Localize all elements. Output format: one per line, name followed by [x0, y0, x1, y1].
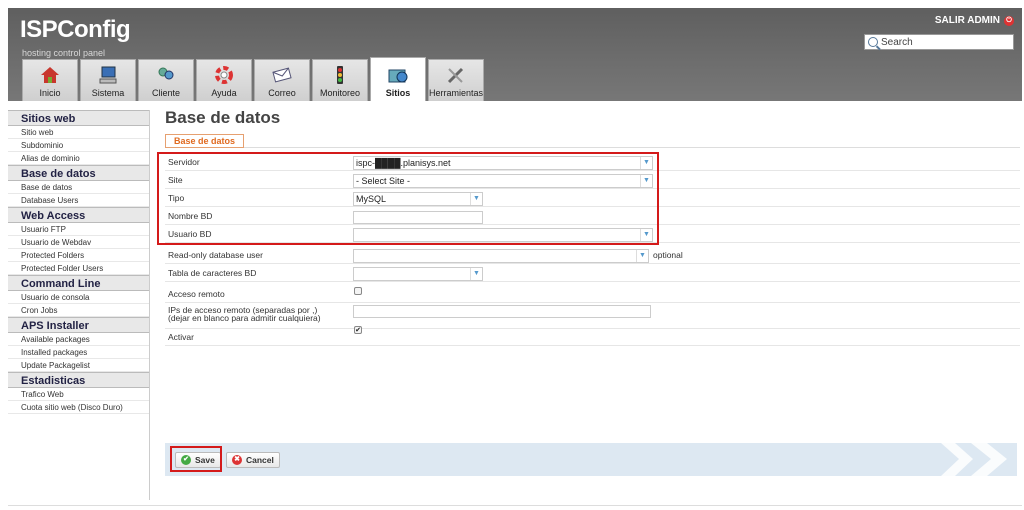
envelope-icon: [271, 65, 293, 85]
optional-hint: optional: [653, 250, 683, 260]
cancel-icon: ✖: [232, 455, 242, 465]
acceso-remoto-label: Acceso remoto: [168, 289, 225, 299]
tab-herramientas[interactable]: Herramientas: [428, 59, 484, 101]
users-icon: [155, 65, 177, 85]
tab-label: Monitoreo: [319, 88, 361, 98]
search-input[interactable]: Search: [864, 34, 1014, 50]
tab-label: Inicio: [39, 88, 61, 98]
sidebar: Sitios web Sitio web Subdominio Alias de…: [8, 110, 150, 500]
sidebar-item-database-users[interactable]: Database Users: [8, 194, 149, 207]
tab-monitoreo[interactable]: Monitoreo: [312, 59, 368, 101]
row-activar: Activar ✔: [165, 326, 1020, 346]
search-placeholder: Search: [881, 36, 913, 48]
tab-label: Cliente: [151, 88, 180, 98]
sidebar-item-available-packages[interactable]: Available packages: [8, 333, 149, 346]
ips-remoto-input[interactable]: [353, 305, 651, 318]
activar-checkbox[interactable]: ✔: [354, 326, 362, 334]
sidebar-item-alias-dominio[interactable]: Alias de dominio: [8, 152, 149, 165]
app-logo[interactable]: ISPConfig: [20, 16, 131, 44]
logout-label[interactable]: SALIR ADMIN: [935, 15, 1000, 26]
tab-label: Ayuda: [211, 88, 237, 98]
cancel-label: Cancel: [246, 455, 274, 465]
sidebar-section-estadisticas: Estadisticas: [8, 372, 149, 388]
sidebar-section-web-access: Web Access: [8, 207, 149, 223]
decorative-chevrons-icon: [941, 443, 1007, 476]
row-ips-remoto: IPs de acceso remoto (separadas por ,) (…: [165, 303, 1020, 329]
chevron-down-icon: ▼: [636, 250, 648, 262]
ips-remoto-label: IPs de acceso remoto (separadas por ,) (…: [168, 306, 321, 323]
tab-sistema[interactable]: Sistema: [80, 59, 136, 101]
tab-label: Correo: [268, 88, 296, 98]
logout-link[interactable]: SALIR ADMIN ⏻: [935, 15, 1014, 26]
tab-label: Sistema: [91, 88, 125, 98]
search-icon: [868, 37, 878, 47]
tab-cliente[interactable]: Cliente: [138, 59, 194, 101]
sidebar-item-update-packagelist[interactable]: Update Packagelist: [8, 359, 149, 372]
charset-label: Tabla de caracteres BD: [168, 268, 257, 278]
tab-base-de-datos[interactable]: Base de datos: [165, 134, 245, 148]
page-title: Base de datos: [165, 108, 281, 127]
sidebar-item-cuota-disco[interactable]: Cuota sitio web (Disco Duro): [8, 401, 149, 414]
sidebar-item-subdominio[interactable]: Subdominio: [8, 139, 149, 152]
sidebar-item-base-de-datos[interactable]: Base de datos: [8, 181, 149, 194]
sidebar-item-protected-folder-users[interactable]: Protected Folder Users: [8, 262, 149, 275]
footer-divider: [8, 505, 1022, 506]
sidebar-item-usuario-ftp[interactable]: Usuario FTP: [8, 223, 149, 236]
computer-icon: [97, 65, 119, 85]
tab-label: Herramientas: [428, 88, 484, 98]
sidebar-item-installed-packages[interactable]: Installed packages: [8, 346, 149, 359]
tab-correo[interactable]: Correo: [254, 59, 310, 101]
main-tabs: Inicio Sistema Cliente Ayuda Correo Moni…: [22, 57, 484, 101]
sidebar-item-usuario-consola[interactable]: Usuario de consola: [8, 291, 149, 304]
sidebar-section-sitios-web: Sitios web: [8, 110, 149, 126]
main-content: Base de datos Base de datos Servidor isp…: [165, 108, 1020, 346]
tab-sitios[interactable]: Sitios: [370, 57, 426, 101]
acceso-remoto-checkbox[interactable]: [354, 287, 362, 295]
tab-inicio[interactable]: Inicio: [22, 59, 78, 101]
tab-ayuda[interactable]: Ayuda: [196, 59, 252, 101]
sidebar-item-sitio-web[interactable]: Sitio web: [8, 126, 149, 139]
traffic-light-icon: [329, 65, 351, 85]
sidebar-item-usuario-webdav[interactable]: Usuario de Webdav: [8, 236, 149, 249]
tools-icon: [445, 65, 467, 85]
ips-remoto-label-line2: (dejar en blanco para admitir cualquiera…: [168, 313, 321, 323]
sidebar-section-base-de-datos: Base de datos: [8, 165, 149, 181]
row-charset: Tabla de caracteres BD ▼: [165, 265, 1020, 282]
readonly-user-select[interactable]: ▼: [353, 249, 649, 263]
home-icon: [39, 65, 61, 85]
sidebar-section-aps-installer: APS Installer: [8, 317, 149, 333]
sites-icon: [387, 65, 409, 85]
row-readonly-user: Read-only database user ▼ optional: [165, 247, 1020, 264]
highlight-box-required-fields: [157, 152, 659, 245]
header-bar: ISPConfig hosting control panel SALIR AD…: [8, 8, 1022, 101]
chevron-down-icon: ▼: [470, 268, 482, 280]
row-acceso-remoto: Acceso remoto: [165, 284, 1020, 303]
app-tagline: hosting control panel: [22, 48, 106, 58]
sidebar-item-cron-jobs[interactable]: Cron Jobs: [8, 304, 149, 317]
lifebuoy-icon: [213, 65, 235, 85]
sidebar-section-command-line: Command Line: [8, 275, 149, 291]
form-action-bar: ✔ Save ✖ Cancel: [165, 443, 1017, 476]
sidebar-item-trafico-web[interactable]: Trafico Web: [8, 388, 149, 401]
power-icon[interactable]: ⏻: [1004, 15, 1014, 26]
readonly-user-label: Read-only database user: [168, 250, 263, 260]
charset-select[interactable]: ▼: [353, 267, 483, 281]
activar-label: Activar: [168, 332, 194, 342]
subtab-divider: [165, 147, 1020, 148]
highlight-box-save: [170, 446, 222, 472]
tab-label: Sitios: [385, 88, 411, 98]
cancel-button[interactable]: ✖ Cancel: [226, 452, 280, 468]
sidebar-item-protected-folders[interactable]: Protected Folders: [8, 249, 149, 262]
